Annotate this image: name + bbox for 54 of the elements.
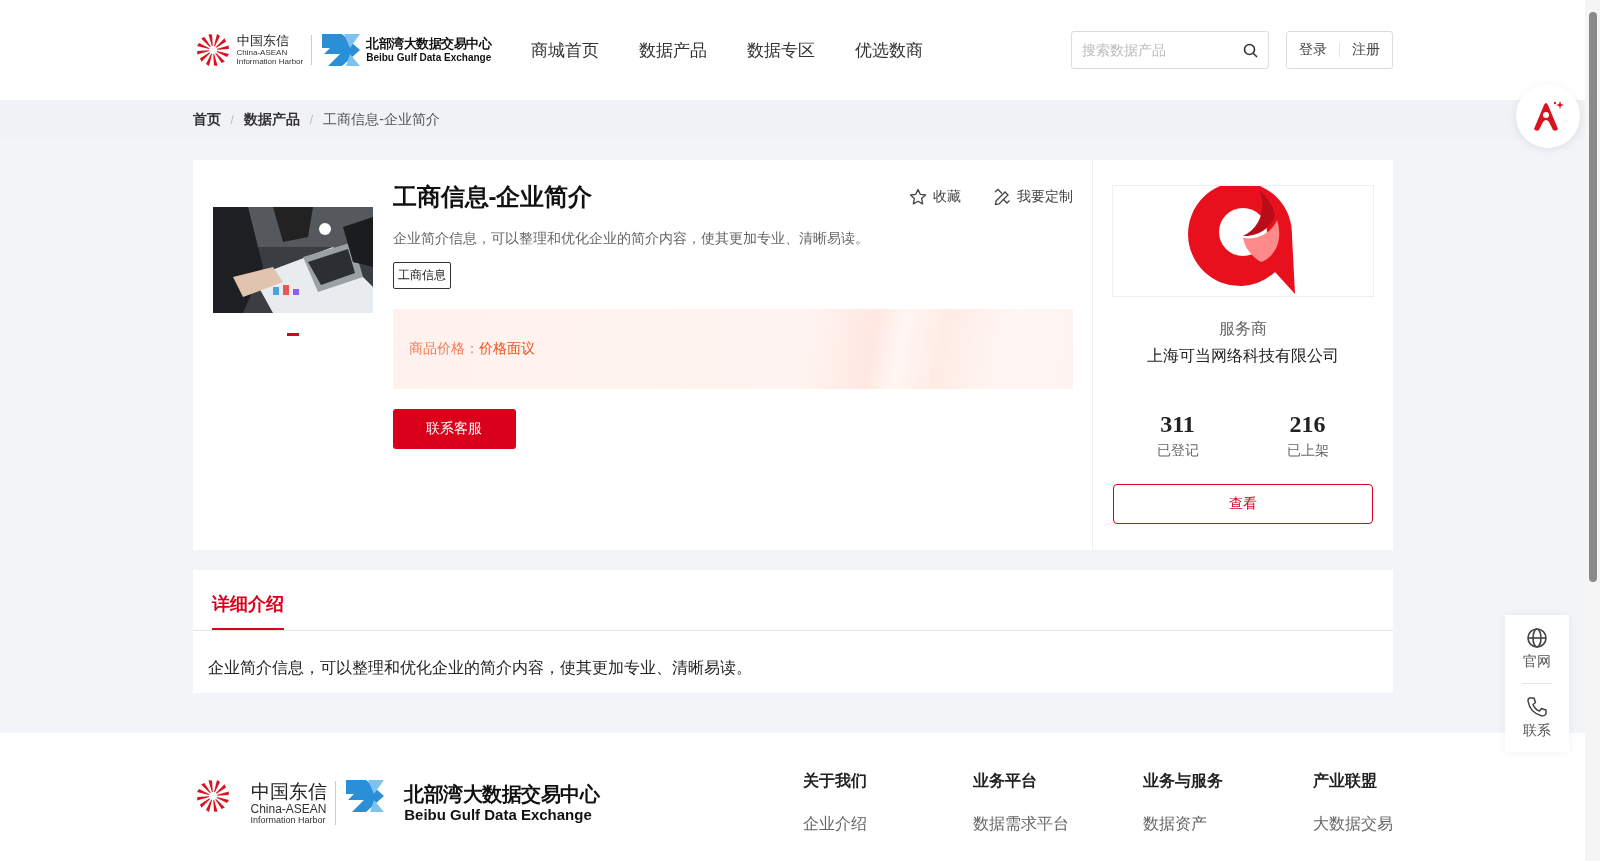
product-title: 工商信息-企业简介 bbox=[392, 182, 593, 212]
action-link[interactable]: 收藏 bbox=[908, 188, 961, 206]
phone-icon bbox=[1526, 696, 1548, 718]
breadcrumb-link[interactable]: 数据产品 bbox=[243, 111, 300, 129]
footer-heading: 产业联盟 bbox=[1312, 771, 1378, 791]
stat-value: 311 bbox=[1160, 411, 1195, 438]
logo-text: 北部湾大数据交易中心 bbox=[366, 37, 492, 50]
logo-text: China-ASEAN bbox=[250, 802, 327, 815]
breadcrumb-link[interactable]: 首页 bbox=[192, 111, 221, 129]
auth-link[interactable]: 注册 bbox=[1351, 41, 1380, 59]
view-button[interactable]: 查看 bbox=[1112, 484, 1373, 524]
breadcrumb-separator: / bbox=[230, 113, 234, 127]
side-tool-button[interactable]: 官网 bbox=[1515, 627, 1559, 671]
nav-link[interactable]: 优选数商 bbox=[855, 38, 924, 62]
category-tag: 工商信息 bbox=[392, 262, 451, 289]
logo-text: Information Harbor bbox=[250, 815, 327, 825]
logo-text: 北部湾大数据交易中心 bbox=[404, 784, 600, 804]
details-tab[interactable]: 详细介绍 bbox=[211, 592, 284, 630]
logo-text: 中国东信 bbox=[236, 34, 290, 47]
vendor-name: 上海可当网络科技有限公司 bbox=[1146, 346, 1339, 366]
search-icon bbox=[1242, 43, 1258, 58]
price-text: 商品价格：价格面议 bbox=[408, 340, 535, 358]
nav-link[interactable]: 数据产品 bbox=[639, 38, 708, 62]
current-page-title: 工商信息-企业简介 bbox=[323, 111, 440, 129]
contact-service-button[interactable]: 联系客服 bbox=[392, 409, 516, 449]
stat-label: 已上架 bbox=[1286, 442, 1329, 460]
logo-text: Information Harbor bbox=[236, 58, 304, 66]
logo-text: Beibu Gulf Data Exchange bbox=[404, 807, 593, 822]
logo-text: Beibu Gulf Data Exchange bbox=[366, 53, 492, 63]
nav-link[interactable]: 商城首页 bbox=[531, 38, 600, 62]
footer-link[interactable]: 企业介绍 bbox=[802, 814, 973, 835]
star-icon bbox=[908, 188, 927, 206]
footer-heading: 业务与服务 bbox=[1142, 771, 1224, 791]
details-text: 企业简介信息，可以整理和优化企业的简介内容，使其更加专业、清晰易读。 bbox=[206, 658, 753, 678]
footer-link[interactable]: 大数据交易 bbox=[1312, 814, 1393, 835]
footer-link[interactable]: 数据资产 bbox=[1142, 814, 1313, 835]
globe-icon bbox=[1526, 627, 1548, 649]
auth-link[interactable]: 登录 bbox=[1298, 41, 1327, 59]
stat-value: 216 bbox=[1289, 411, 1326, 438]
footer-heading: 关于我们 bbox=[802, 771, 868, 791]
stat-label: 已登记 bbox=[1156, 442, 1199, 460]
nav-link[interactable]: 数据专区 bbox=[747, 38, 816, 62]
action-link[interactable]: 我要定制 bbox=[992, 188, 1073, 206]
side-tool-button[interactable]: 联系 bbox=[1515, 696, 1559, 740]
breadcrumb-separator: / bbox=[309, 113, 314, 127]
vendor-role: 服务商 bbox=[1218, 319, 1267, 339]
footer-link[interactable]: 数据需求平台 bbox=[972, 814, 1143, 835]
search-field[interactable]: 搜索数据产品 bbox=[1070, 31, 1269, 69]
footer-heading: 业务平台 bbox=[972, 771, 1038, 791]
scrollbar-thumb[interactable] bbox=[1588, 12, 1597, 582]
logo-text: 中国东信 bbox=[250, 781, 327, 801]
product-description: 企业简介信息，可以整理和优化企业的简介内容，使其更加专业、清晰易读。 bbox=[392, 230, 870, 248]
pencil-ruler-icon bbox=[992, 188, 1011, 206]
logo-text: China-ASEAN bbox=[236, 49, 289, 57]
